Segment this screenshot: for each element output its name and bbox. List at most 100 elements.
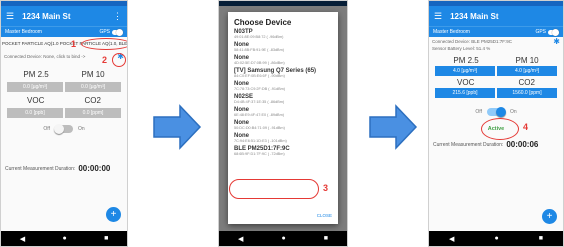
annotation-2: 2 <box>102 55 108 65</box>
device-address: D4:4B:4F:37:1E:35 ( -86dBm) <box>234 100 285 104</box>
co2-value: 0.0 [ppm] <box>65 108 121 118</box>
device-item-ble-pm25[interactable]: BLE PM25D1:7F:9C 68:6B:9F:D1:7F:9C ( -72d… <box>234 146 332 156</box>
pm25-label: PM 2.5 <box>23 69 49 79</box>
duration-row: Current Measurement Duration: 00:00:00 <box>1 164 127 173</box>
device-address: 68:6B:9F:D1:7F:9C ( -72dBm) <box>234 152 285 156</box>
app-bar: ☰ 1234 Main St ⋮ <box>1 6 127 26</box>
device-item[interactable]: None 6E:48:E9:4F:47:E0 ( -89dBm) <box>234 107 332 117</box>
device-item[interactable]: None 7C:78:73:C9:2F:DB ( -91dBm) <box>234 81 332 91</box>
phone-screen-connected: ☰ 1234 Main St Master Bedroom GPS Connec… <box>428 0 564 247</box>
close-button[interactable]: CLOSE <box>317 213 332 218</box>
off-label: Off <box>43 126 50 132</box>
gps-toggle[interactable]: GPS <box>99 28 123 36</box>
nav-bar: ◀ ● ■ <box>1 231 127 246</box>
dialog-title: Choose Device <box>234 18 292 27</box>
device-address: 84:C0:EF:0B:E6:6F ( -90dBm) <box>234 74 285 78</box>
device-address: 50:DC:D0:B4:71:09 ( -91dBm) <box>234 126 285 130</box>
duration-value: 00:00:00 <box>78 164 111 173</box>
device-item[interactable]: N03TP 49:01:8E:09:B8:72 ( -96dBm) <box>234 29 332 39</box>
gps-switch[interactable] <box>548 28 559 36</box>
annotation-ring-3 <box>229 179 319 199</box>
device-address: 49:01:8E:09:B8:72 ( -96dBm) <box>234 35 284 39</box>
device-item[interactable]: N02SE D4:4B:4F:37:1E:35 ( -86dBm) <box>234 94 332 104</box>
pm25-value: 4.0 [µg/m³] <box>435 66 495 76</box>
room-bar: Master Bedroom GPS <box>429 26 563 37</box>
gps-label: GPS <box>535 29 546 35</box>
device-item[interactable]: None 58:41:8B:FB:91:9E ( -83dBm) <box>234 42 332 52</box>
gps-toggle[interactable]: GPS <box>535 28 559 36</box>
device-address: 58:41:8B:FB:91:9E ( -83dBm) <box>234 48 285 52</box>
annotation-1: 1 <box>71 39 77 49</box>
measure-switch-row: Off On <box>1 118 127 140</box>
connected-device-text: Connected Device: BLE PM25D1:7F:9C <box>432 39 513 44</box>
device-item[interactable]: [TV] Samsung Q7 Series (65) 84:C0:EF:0B:E… <box>234 68 332 78</box>
pm10-label: PM 10 <box>515 55 539 65</box>
connected-device-row: Connected Device: BLE PM25D1:7F:9C ✱ <box>429 37 563 46</box>
off-label: Off <box>475 109 482 115</box>
annotation-3: 3 <box>323 183 329 193</box>
back-icon[interactable]: ◀ <box>238 235 243 243</box>
annotation-ring-4 <box>481 118 519 140</box>
phone-screen-choose-device: Choose Device N03TP 49:01:8E:09:B8:72 ( -… <box>218 0 348 247</box>
voc-label: VOC <box>457 77 475 87</box>
device-item[interactable]: None 7C:94:E6:51:1D:E3 ( -101dBm) <box>234 133 332 143</box>
menu-icon[interactable]: ☰ <box>434 11 442 22</box>
connected-device-row: Connected Device: None, click to bind ->… <box>1 49 127 63</box>
pm10-value: 0.0 [µg/m³] <box>65 82 121 92</box>
sensor-grid: PM 2.5 PM 10 4.0 [µg/m³] 4.0 [µg/m³] VOC CO… <box>435 54 557 98</box>
pm25-value: 0.0 [µg/m³] <box>7 82 63 92</box>
menu-icon[interactable]: ☰ <box>6 11 14 22</box>
battery-level: Sensor Battery Level: 51.4 % <box>432 46 491 51</box>
gps-label: GPS <box>99 29 110 35</box>
annotation-ring-2 <box>112 53 126 67</box>
room-name[interactable]: Master Bedroom <box>5 29 42 35</box>
nav-bar: ◀ ● ■ <box>429 231 563 246</box>
home-icon[interactable]: ● <box>62 235 66 242</box>
arrow-right-icon <box>369 104 418 150</box>
room-name[interactable]: Master Bedroom <box>433 29 470 35</box>
arrow-right-icon <box>153 104 202 150</box>
add-button[interactable]: + <box>542 209 557 224</box>
co2-label: CO2 <box>84 95 101 105</box>
recents-icon[interactable]: ■ <box>539 235 543 242</box>
back-icon[interactable]: ◀ <box>449 235 454 243</box>
room-bar: Master Bedroom GPS <box>1 26 127 37</box>
duration-value: 00:00:06 <box>506 140 539 149</box>
home-icon[interactable]: ● <box>281 235 285 242</box>
recents-icon[interactable]: ■ <box>324 235 328 242</box>
measure-switch[interactable] <box>53 124 73 134</box>
app-title: 1234 Main St <box>22 11 71 21</box>
voc-label: VOC <box>27 95 45 105</box>
gps-switch[interactable] <box>112 28 123 36</box>
app-title: 1234 Main St <box>450 11 499 21</box>
phone-screen-initial: ☰ 1234 Main St ⋮ Master Bedroom GPS POCK… <box>0 0 128 247</box>
bluetooth-icon[interactable]: ✱ <box>553 37 560 46</box>
device-address: 7C:94:E6:51:1D:E3 ( -101dBm) <box>234 139 287 143</box>
duration-row: Current Measurement Duration: 00:00:06 <box>429 140 563 149</box>
connected-device-text: Connected Device: None, click to bind -> <box>4 53 86 59</box>
app-bar: ☰ 1234 Main St <box>429 6 563 26</box>
device-item[interactable]: None 4D:02:5E:D7:0B:99 ( -86dBm) <box>234 55 332 65</box>
more-icon[interactable]: ⋮ <box>113 11 122 22</box>
on-label: On <box>77 126 85 132</box>
co2-label: CO2 <box>518 77 535 87</box>
device-item[interactable]: None 50:DC:D0:B4:71:09 ( -91dBm) <box>234 120 332 130</box>
device-address: 4D:02:5E:D7:0B:99 ( -86dBm) <box>234 61 285 65</box>
back-icon[interactable]: ◀ <box>20 235 25 243</box>
measure-switch[interactable] <box>486 107 506 117</box>
duration-label: Current Measurement Duration: <box>5 165 76 172</box>
device-address: 7C:78:73:C9:2F:DB ( -91dBm) <box>234 87 286 91</box>
annotation-ring-1 <box>81 38 127 50</box>
recents-icon[interactable]: ■ <box>104 235 108 242</box>
voc-value: 215.6 [ppb] <box>435 88 495 98</box>
device-address: 6E:48:E9:4F:47:E0 ( -89dBm) <box>234 113 285 117</box>
home-icon[interactable]: ● <box>494 235 498 242</box>
add-button[interactable]: + <box>106 207 121 222</box>
pm10-label: PM 10 <box>81 69 105 79</box>
on-label: On <box>509 109 517 115</box>
duration-label: Current Measurement Duration: <box>433 141 504 148</box>
sensor-grid: PM 2.5 PM 10 0.0 [µg/m³] 0.0 [µg/m³] VOC CO… <box>7 66 121 118</box>
pm10-value: 4.0 [µg/m³] <box>497 66 557 76</box>
co2-value: 1560.0 [ppm] <box>497 88 557 98</box>
nav-bar: ◀ ● ■ <box>219 231 347 246</box>
